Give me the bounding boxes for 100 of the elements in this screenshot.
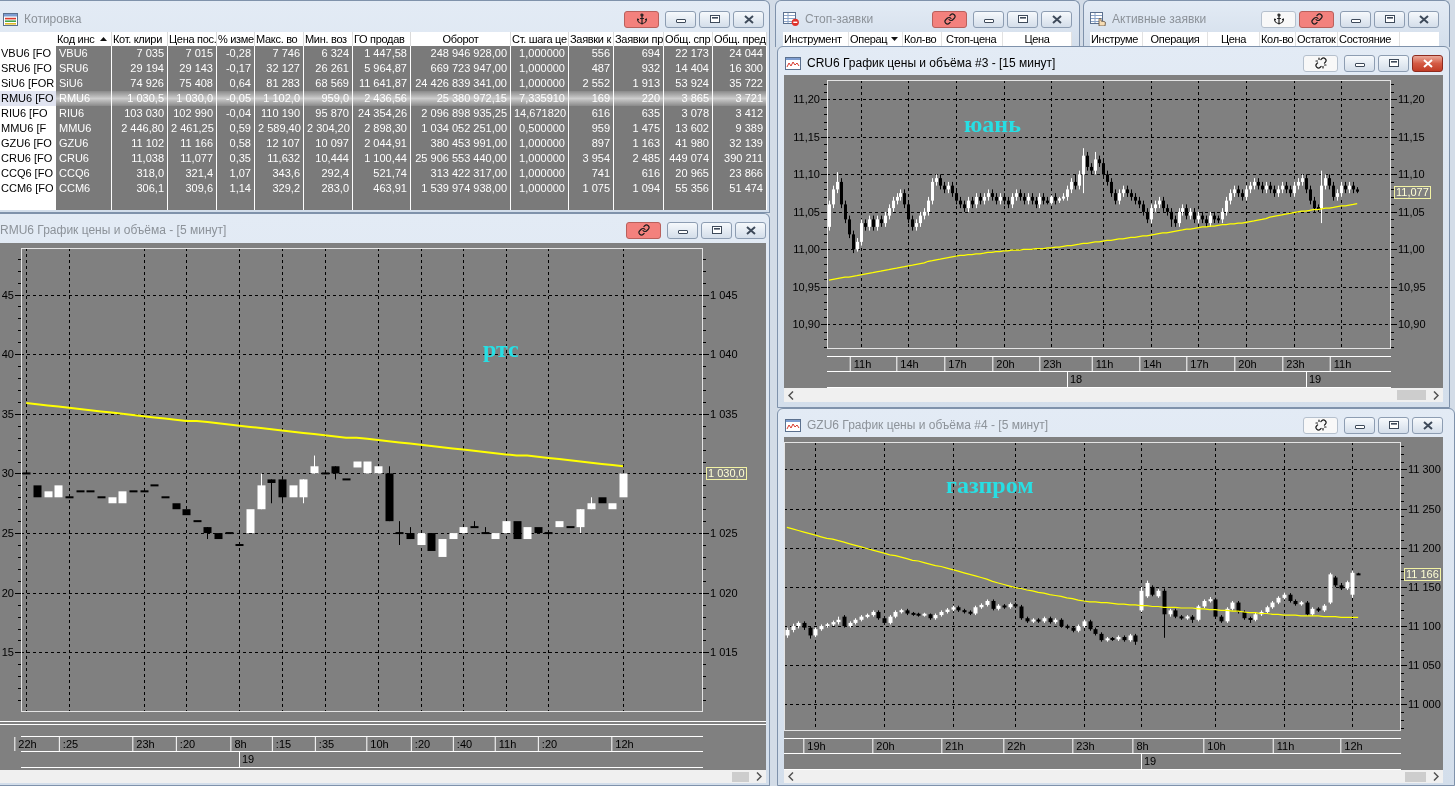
scrollbar-thumb[interactable] [1397,390,1426,400]
maximize-button[interactable] [1378,416,1409,434]
time-axis-label: 12h [1340,739,1364,753]
axis-label: 1 040 [710,348,738,360]
minimize-button[interactable] [1344,54,1375,72]
minimize-button[interactable] [665,10,696,28]
candlestick [619,473,628,498]
chevron-right-icon[interactable] [1433,390,1439,400]
unlink-button[interactable] [1303,416,1338,434]
link-button[interactable] [932,10,967,28]
time-axis-label: :35 [314,737,336,751]
table-row[interactable]: GZU6 [FO GZU6 11 102 11 166 0,58 12 107 10 097 2 044,91 380 453 991,00 1,000000 897 1 163 41 980 32 139 [0,136,767,151]
chevron-right-icon[interactable] [1433,772,1439,781]
table-row[interactable]: RMU6 [FO RMU6 1 030,5 1 030,0 -0,05 1 102,0 959,0 2 436,56 25 380 972,15 7,335910 169 220 3 865 3 721 [0,91,767,106]
candlestick [22,472,31,475]
close-icon [743,14,754,24]
axis-label: 11,15 [1398,131,1425,143]
window-title: GZU6 График цены и объёма #4 - [5 минут] [807,417,1049,433]
time-axis-label: :20 [537,737,559,751]
link-button[interactable] [626,221,661,239]
time-axis-label: 22h [1003,739,1027,753]
minimize-icon [1350,19,1361,23]
candlestick [502,521,511,534]
time-axis-label: :20 [410,737,432,751]
close-button[interactable] [733,10,764,28]
minimize-button[interactable] [667,221,698,239]
window-title: Котировка [24,11,82,27]
axis-label: 11,00 [793,243,820,255]
candlestick [310,455,319,474]
candlestick [33,485,42,498]
close-button[interactable] [1041,10,1072,28]
axis-label: 11 000 [1408,698,1441,710]
chart-annotation: юань [964,111,1021,137]
maximize-button[interactable] [1007,10,1038,28]
anchor-button[interactable] [1261,10,1296,28]
unlink-button[interactable] [1303,54,1338,72]
chevron-left-icon[interactable] [788,390,794,400]
time-axis-label: 8h [230,737,248,751]
time-axis-label: 17h [1186,357,1210,371]
close-icon [1051,14,1062,24]
anchor-button[interactable] [624,10,659,28]
candlestick [587,496,596,510]
last-price-label: 11,077 [1394,186,1431,199]
time-axis-label: 12h [611,737,635,751]
chart-annotation: газпром [946,472,1034,498]
horizontal-scrollbar[interactable] [784,388,1443,402]
scrollbar-thumb[interactable] [732,771,749,782]
time-axis-label: :25 [58,737,80,751]
close-icon [745,225,756,235]
maximize-button[interactable] [1374,10,1405,28]
chevron-right-icon[interactable] [756,772,762,781]
close-button[interactable] [735,221,766,239]
maximize-icon [1388,421,1399,429]
axis-label: 11 250 [1408,503,1441,515]
table-row[interactable]: CCQ6 [FO CCQ6 318,0 321,4 1,07 343,6 292,4 521,74 313 422 317,00 1,000000 741 616 20 965 23 866 [0,166,767,181]
table-row[interactable]: SRU6 [FO SRU6 29 194 29 143 -0,17 32 127 26 261 5 964,87 669 723 947,00 1,000000 487 932 14 404 16 300 [0,61,767,76]
horizontal-scrollbar[interactable] [0,770,766,783]
axis-label: 11 050 [1408,659,1441,671]
table-row[interactable]: VBU6 [FO VBU6 7 035 7 015 -0,28 7 746 6 324 1 447,58 248 946 928,00 1,000000 556 694 22 173 24 044 [0,46,767,61]
axis-label: 1 025 [710,527,738,539]
close-button[interactable] [1408,10,1439,28]
minimize-icon [1354,425,1365,429]
candlestick [470,520,479,529]
axis-label: 1 015 [710,646,738,658]
time-axis-label: :20 [175,737,197,751]
maximize-button[interactable] [701,221,732,239]
horizontal-scrollbar[interactable] [784,770,1443,783]
close-button[interactable] [1412,416,1443,434]
axis-label: 11,10 [1398,168,1425,180]
minimize-icon [1354,63,1365,67]
axis-label: 45 [1,289,14,301]
link-button[interactable] [1299,10,1334,28]
axis-label: 11,05 [793,206,820,218]
table-row[interactable]: SiU6 [FOR SiU6 74 926 75 408 0,64 81 283 68 569 11 641,87 24 426 839 341,00 1,000000 2 552 1 913 53 924 35 722 [0,76,767,91]
table-row[interactable]: CRU6 [FO CRU6 11,038 11,077 0,35 11,632 10,444 1 100,44 25 906 553 440,00 1,000000 3 954 2 485 449 074 390 211 [0,151,767,166]
candlestick [406,526,415,540]
minimize-button[interactable] [1344,416,1375,434]
minimize-button[interactable] [973,10,1004,28]
date-label: 19 [1309,372,1322,387]
table-row[interactable]: RIU6 [FO RIU6 103 030 102 990 -0,04 110 190 95 870 24 354,26 2 096 898 935,25 14,671820 616 635 3 078 3 412 [0,106,767,121]
close-button[interactable] [1412,54,1443,72]
table-row[interactable]: MMU6 [F MMU6 2 446,80 2 461,25 0,59 2 589,40 2 304,20 2 898,30 1 034 052 251,00 0,500000 959 1 475 13 602 9 389 [0,121,767,136]
axis-label: 1 020 [710,587,738,599]
table-row[interactable]: CCM6 [FO CCM6 306,1 309,6 1,14 329,2 283,0 463,91 1 539 974 938,00 1,000000 1 075 1 094 55 356 51 474 [0,181,767,196]
scrollbar-thumb[interactable] [1405,771,1426,782]
row-header: VBU6 [FO [0,46,56,61]
link-icon [943,13,956,25]
time-axis-label: 23h [1072,739,1096,753]
time-axis-label: 11h [849,357,873,371]
close-icon [1422,58,1433,68]
maximize-button[interactable] [1378,54,1409,72]
axis-label: 11 150 [1408,581,1441,593]
time-axis-label: 8h [1132,739,1150,753]
maximize-button[interactable] [699,10,730,28]
minimize-button[interactable] [1340,10,1371,28]
chevron-left-icon[interactable] [788,772,794,781]
axis-label: 1 035 [710,408,738,420]
axis-label: 10,95 [792,281,820,293]
time-axis-label: 21h [941,739,965,753]
row-header: CCQ6 [FO [0,166,56,181]
